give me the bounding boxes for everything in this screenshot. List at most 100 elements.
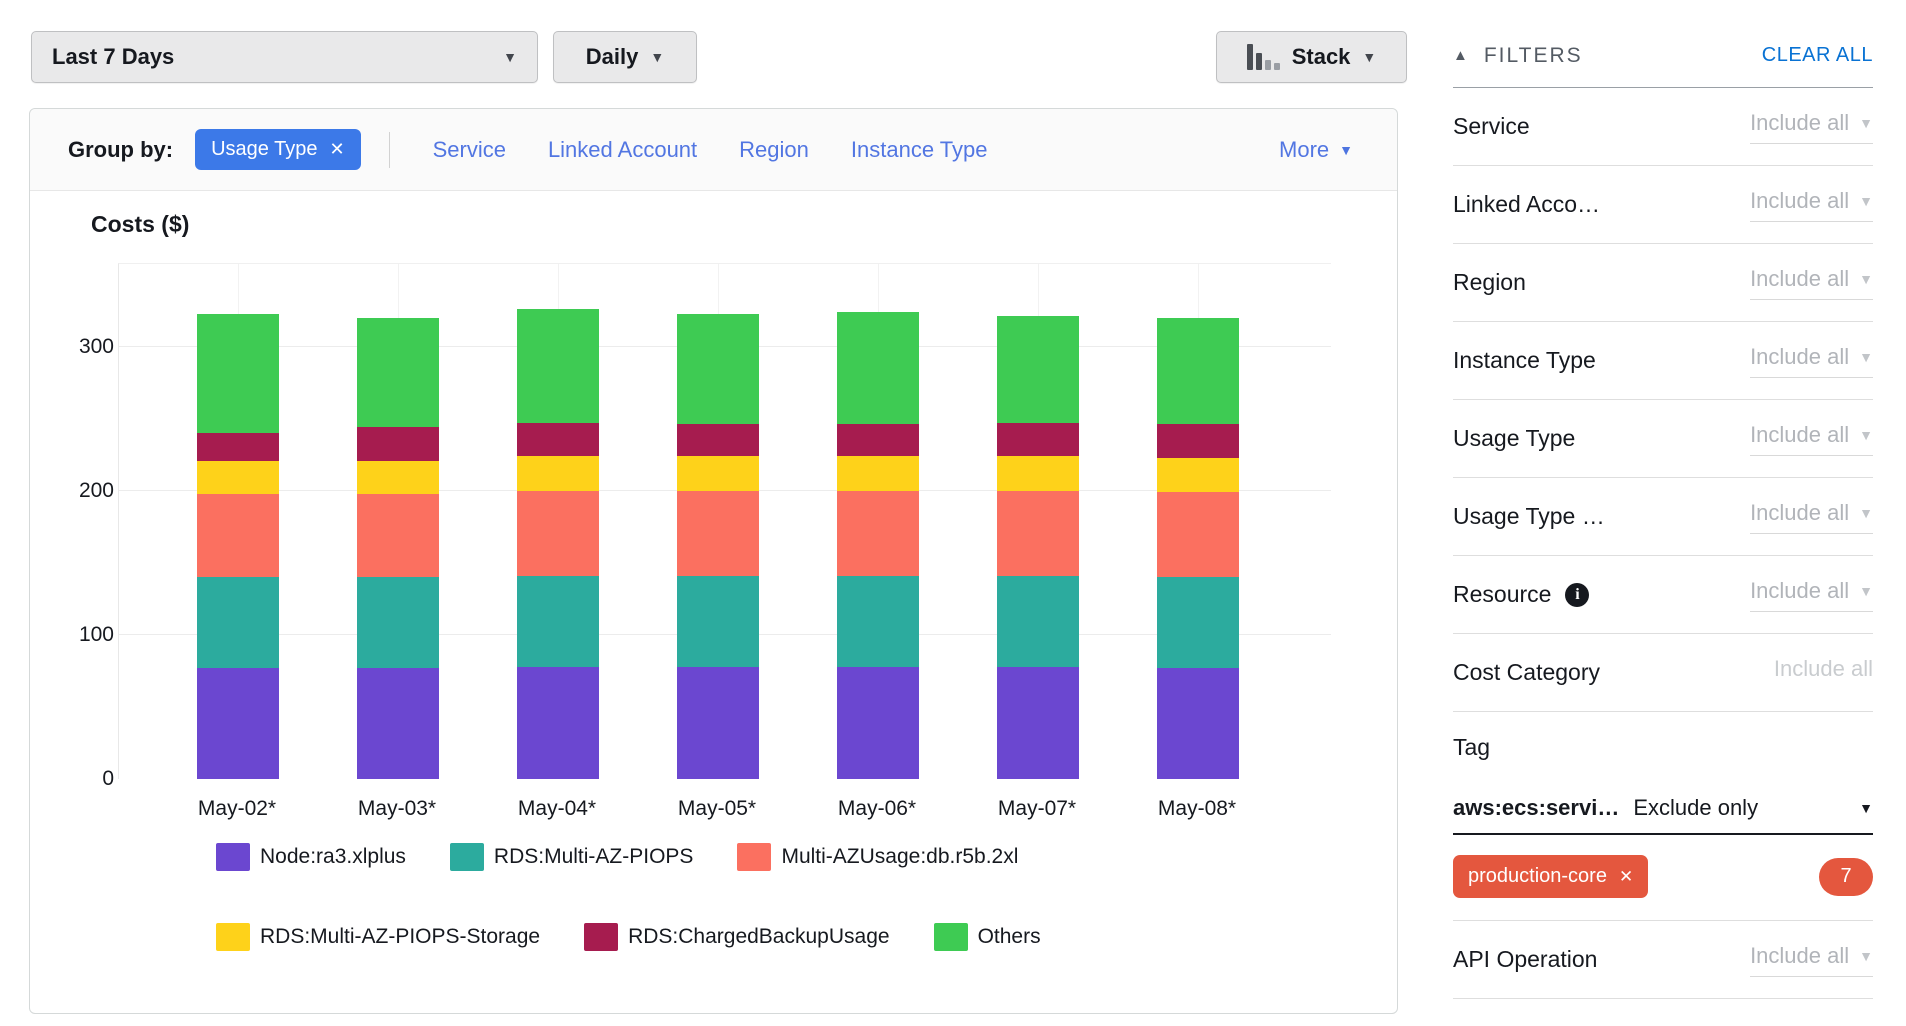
bar-segment[interactable] [1157,318,1239,425]
group-link-region[interactable]: Region [739,137,809,163]
bar-segment[interactable] [837,491,919,576]
more-label: More [1279,137,1329,163]
bar-segment[interactable] [837,456,919,491]
group-link-instance-type[interactable]: Instance Type [851,137,988,163]
bar-segment[interactable] [837,576,919,667]
filter-value-dropdown[interactable]: Include all▼ [1750,500,1873,534]
legend-item[interactable]: Others [934,923,1041,951]
bar-segment[interactable] [1157,577,1239,668]
legend-item[interactable]: RDS:Multi-AZ-PIOPS [450,843,694,871]
close-icon[interactable]: ✕ [329,139,344,160]
x-tick-label: May-02* [198,797,276,821]
bar-segment[interactable] [357,494,439,578]
close-icon[interactable]: ✕ [1619,867,1633,887]
stacked-bar-May-03 [357,318,439,779]
bar-segment[interactable] [197,577,279,668]
info-icon[interactable]: i [1565,583,1589,607]
bar-segment[interactable] [677,667,759,779]
tag-pill-row: production-core ✕ 7 [1453,855,1873,898]
caret-down-icon: ▼ [1859,428,1873,442]
bar-segment[interactable] [997,423,1079,456]
bar-segment[interactable] [677,576,759,667]
x-tick-label: May-06* [838,797,916,821]
legend-swatch [584,923,618,951]
bar-segment[interactable] [677,424,759,456]
legend-item[interactable]: Multi-AZUsage:db.r5b.2xl [737,843,1018,871]
bar-segment[interactable] [997,316,1079,423]
bar-segment[interactable] [837,312,919,424]
bar-segment[interactable] [517,456,599,491]
active-group-pill[interactable]: Usage Type ✕ [195,129,360,170]
clear-all-button[interactable]: CLEAR ALL [1762,44,1873,67]
legend-label: RDS:Multi-AZ-PIOPS-Storage [260,925,540,949]
bar-segment[interactable] [357,577,439,668]
x-tick-label: May-04* [518,797,596,821]
stacked-bar-May-07 [997,316,1079,779]
legend-item[interactable]: RDS:Multi-AZ-PIOPS-Storage [216,923,540,951]
bar-segment[interactable] [997,491,1079,576]
filters-collapse-toggle[interactable]: ▲ FILTERS [1453,44,1583,68]
more-groups-dropdown[interactable]: More ▼ [1279,137,1353,163]
caret-down-icon: ▼ [1362,50,1376,64]
bar-segment[interactable] [197,668,279,779]
chart-type-dropdown[interactable]: Stack ▼ [1216,31,1407,83]
bar-segment[interactable] [517,576,599,667]
group-link-linked-account[interactable]: Linked Account [548,137,697,163]
filter-value: Include all [1750,344,1849,370]
bar-segment[interactable] [197,433,279,460]
filter-row: Usage TypeInclude all▼ [1453,400,1873,478]
legend-row: Node:ra3.xlplus RDS:Multi-AZ-PIOPS Multi-A… [216,843,1018,871]
tag-key-dropdown[interactable]: aws:ecs:servi… Exclude only ▼ [1453,795,1873,835]
collapse-arrow-icon: ▲ [1453,47,1468,64]
legend-item[interactable]: RDS:ChargedBackupUsage [584,923,889,951]
filter-value: Include all [1750,266,1849,292]
filter-value-dropdown[interactable]: Include all▼ [1750,110,1873,144]
bar-segment[interactable] [517,491,599,576]
divider [389,132,390,168]
bar-segment[interactable] [517,667,599,779]
bar-segment[interactable] [197,461,279,494]
bar-segment[interactable] [837,667,919,779]
bar-segment[interactable] [997,576,1079,667]
bar-segment[interactable] [357,318,439,428]
bar-segment[interactable] [357,668,439,779]
caret-down-icon: ▼ [650,50,664,64]
bar-segment[interactable] [197,494,279,578]
filter-row: Usage Type …Include all▼ [1453,478,1873,556]
date-range-value: Last 7 Days [52,44,174,70]
filter-value-dropdown[interactable]: Include all▼ [1750,266,1873,300]
bar-segment[interactable] [1157,424,1239,457]
filter-value-dropdown[interactable]: Include all▼ [1750,344,1873,378]
bar-segment[interactable] [357,461,439,494]
bar-segment[interactable] [1157,458,1239,493]
filter-value-dropdown[interactable]: Include all▼ [1750,422,1873,456]
bar-segment[interactable] [1157,668,1239,779]
bar-segment[interactable] [677,456,759,491]
date-range-dropdown[interactable]: Last 7 Days ▼ [31,31,538,83]
bar-segment[interactable] [997,456,1079,491]
legend-swatch [216,923,250,951]
group-link-service[interactable]: Service [433,137,506,163]
bar-segment[interactable] [517,423,599,456]
bar-segment[interactable] [357,427,439,460]
bar-segment[interactable] [837,424,919,456]
filter-value-dropdown[interactable]: Include all ▼ [1750,943,1873,977]
filter-value-dropdown[interactable]: Include all▼ [1750,578,1873,612]
bar-chart-icon [1247,44,1280,70]
tag-section-label: Tag [1453,712,1873,761]
stacked-bar-May-05 [677,314,759,780]
bar-segment[interactable] [1157,492,1239,577]
filter-value-dropdown[interactable]: Include all▼ [1750,188,1873,222]
legend-item[interactable]: Node:ra3.xlplus [216,843,406,871]
group-by-label: Group by: [68,137,173,163]
bar-segment[interactable] [997,667,1079,779]
bar-segment[interactable] [517,309,599,423]
group-links: Service Linked Account Region Instance Type [412,137,1009,163]
tag-key: aws:ecs:servi… [1453,795,1619,821]
tag-value-pill[interactable]: production-core ✕ [1453,855,1648,898]
bar-segment[interactable] [677,491,759,576]
bar-segment[interactable] [677,314,759,425]
granularity-dropdown[interactable]: Daily ▼ [553,31,697,83]
x-tick-label: May-07* [998,797,1076,821]
bar-segment[interactable] [197,314,279,434]
